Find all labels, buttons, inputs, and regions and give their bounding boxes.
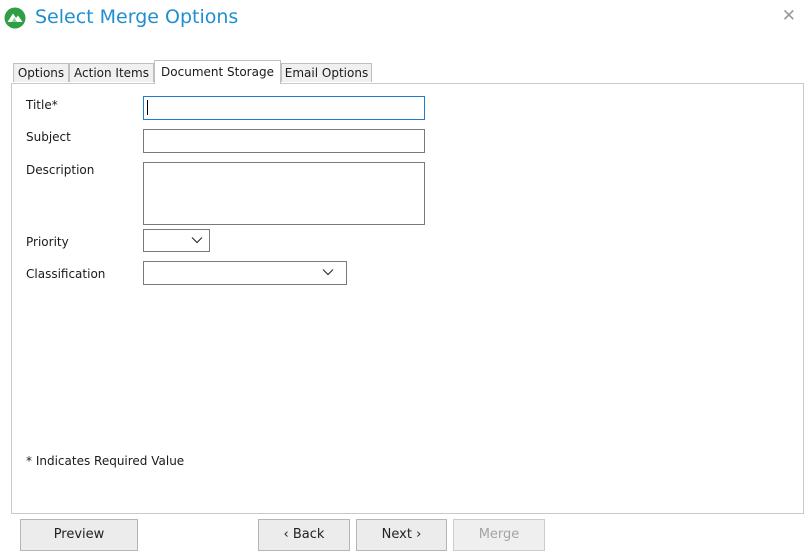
back-button[interactable]: ‹ Back [258, 519, 350, 551]
text-caret [147, 100, 148, 115]
description-label: Description [26, 163, 95, 177]
merge-button[interactable]: Merge [453, 519, 545, 551]
app-logo-icon [4, 7, 26, 29]
chevron-left-icon: ‹ [283, 527, 289, 542]
subject-label: Subject [26, 130, 71, 144]
close-icon[interactable]: ✕ [782, 6, 796, 26]
tab-document-storage[interactable]: Document Storage [154, 60, 281, 84]
tab-options[interactable]: Options [13, 63, 69, 82]
chevron-right-icon: › [416, 527, 422, 542]
priority-dropdown[interactable] [143, 229, 210, 252]
preview-button[interactable]: Preview [20, 519, 138, 551]
document-storage-panel: Title* Subject Description Priority Clas… [11, 83, 804, 514]
required-note: * Indicates Required Value [26, 454, 185, 468]
tab-action-items[interactable]: Action Items [69, 63, 154, 82]
classification-dropdown[interactable] [143, 261, 347, 285]
dialog-title: Select Merge Options [35, 6, 239, 28]
chevron-down-icon [322, 269, 334, 276]
next-button[interactable]: Next › [356, 519, 447, 551]
classification-label: Classification [26, 267, 106, 281]
tab-email-options[interactable]: Email Options [281, 63, 372, 82]
priority-label: Priority [26, 235, 69, 249]
subject-input[interactable] [143, 129, 425, 153]
title-label: Title* [26, 98, 58, 112]
title-input[interactable] [143, 96, 425, 120]
description-textarea[interactable] [143, 162, 425, 225]
chevron-down-icon [191, 237, 203, 244]
